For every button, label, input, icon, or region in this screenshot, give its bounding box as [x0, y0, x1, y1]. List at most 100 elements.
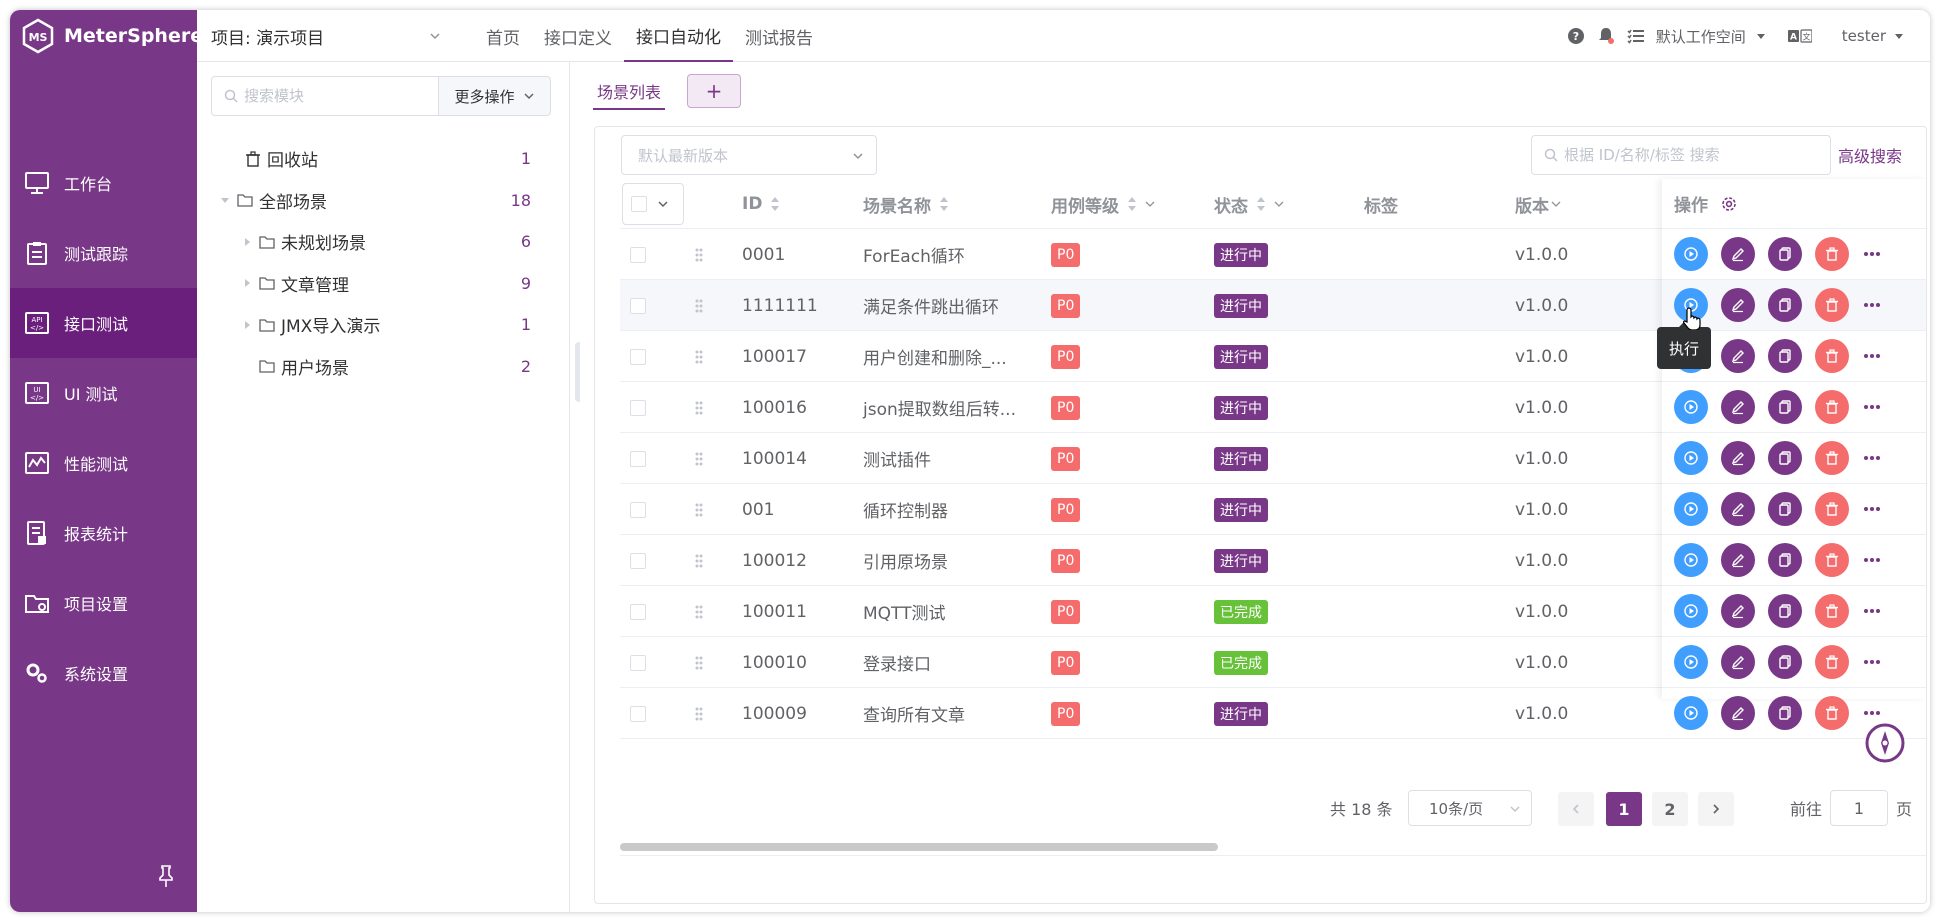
more-actions-button[interactable] — [1862, 244, 1882, 264]
cell-scenario-name[interactable]: 循环控制器 — [863, 484, 948, 535]
filter-chevron-icon[interactable] — [1145, 199, 1155, 209]
tree-node-user-scenarios[interactable]: 用户场景 2 — [197, 346, 569, 388]
filter-chevron-icon[interactable] — [1551, 199, 1561, 209]
pin-icon[interactable] — [156, 864, 176, 888]
cell-scenario-name[interactable]: json提取数组后转... — [863, 382, 1016, 433]
delete-button[interactable] — [1815, 441, 1849, 475]
more-actions-button[interactable] — [1862, 550, 1882, 570]
column-version[interactable]: 版本 — [1515, 179, 1561, 229]
more-actions-button[interactable] — [1862, 652, 1882, 672]
nav-api-automation[interactable]: 接口自动化 — [624, 10, 733, 62]
sort-icon[interactable] — [939, 196, 949, 212]
row-checkbox[interactable] — [630, 501, 646, 518]
cell-scenario-name[interactable]: 用户创建和删除_... — [863, 331, 1007, 382]
delete-button[interactable] — [1815, 645, 1849, 679]
more-actions-button[interactable] — [1862, 448, 1882, 468]
select-all-dropdown[interactable] — [622, 183, 684, 225]
bell-icon[interactable] — [1596, 26, 1616, 46]
copy-button[interactable] — [1768, 441, 1802, 475]
drag-handle[interactable] — [694, 280, 704, 331]
column-case-level[interactable]: 用例等级 — [1051, 179, 1155, 229]
drag-handle[interactable] — [694, 229, 704, 280]
project-select[interactable]: 项目: 演示项目 — [211, 10, 451, 62]
edit-button[interactable] — [1721, 390, 1755, 424]
column-id[interactable]: ID — [742, 179, 780, 229]
caret-down-icon[interactable] — [219, 194, 231, 206]
run-button[interactable] — [1674, 390, 1708, 424]
caret-right-icon[interactable] — [241, 319, 253, 331]
more-actions-button[interactable] — [1862, 397, 1882, 417]
row-checkbox[interactable] — [630, 348, 646, 365]
language-icon[interactable]: A文 — [1787, 28, 1812, 44]
cell-scenario-name[interactable]: 测试插件 — [863, 433, 931, 484]
help-icon[interactable]: ? — [1566, 26, 1586, 46]
delete-button[interactable] — [1815, 594, 1849, 628]
horizontal-scrollbar[interactable] — [620, 841, 1926, 851]
delete-button[interactable] — [1815, 237, 1849, 271]
scenario-search-input[interactable] — [1564, 146, 1814, 164]
copy-button[interactable] — [1768, 543, 1802, 577]
sort-icon[interactable] — [1256, 196, 1266, 212]
run-button[interactable] — [1674, 492, 1708, 526]
copy-button[interactable] — [1768, 594, 1802, 628]
row-checkbox[interactable] — [630, 399, 646, 416]
drag-handle[interactable] — [694, 331, 704, 382]
run-button[interactable] — [1674, 645, 1708, 679]
page-size-select[interactable]: 10条/页 — [1408, 790, 1532, 826]
cell-scenario-name[interactable]: 满足条件跳出循环 — [863, 280, 999, 331]
row-checkbox[interactable] — [630, 297, 646, 314]
delete-button[interactable] — [1815, 288, 1849, 322]
nav-home[interactable]: 首页 — [474, 10, 532, 62]
column-status[interactable]: 状态 — [1214, 179, 1284, 229]
delete-button[interactable] — [1815, 390, 1849, 424]
row-checkbox[interactable] — [630, 654, 646, 671]
sidebar-item-test-track[interactable]: 测试跟踪 — [10, 218, 197, 288]
sidebar-item-project-settings[interactable]: 项目设置 — [10, 568, 197, 638]
edit-button[interactable] — [1721, 594, 1755, 628]
edit-button[interactable] — [1721, 441, 1755, 475]
scrollbar-thumb[interactable] — [620, 843, 1218, 851]
run-button[interactable] — [1674, 543, 1708, 577]
copy-button[interactable] — [1768, 645, 1802, 679]
drag-handle[interactable] — [694, 382, 704, 433]
caret-right-icon[interactable] — [241, 277, 253, 289]
sidebar-item-api-test[interactable]: API </> 接口测试 — [10, 288, 197, 358]
run-button[interactable] — [1674, 441, 1708, 475]
edit-button[interactable] — [1721, 288, 1755, 322]
edit-button[interactable] — [1721, 339, 1755, 373]
copy-button[interactable] — [1768, 390, 1802, 424]
copy-button[interactable] — [1768, 492, 1802, 526]
edit-button[interactable] — [1721, 696, 1755, 730]
drag-handle[interactable] — [694, 688, 704, 739]
next-page-button[interactable] — [1698, 792, 1734, 826]
row-checkbox[interactable] — [630, 552, 646, 569]
page-button-1[interactable]: 1 — [1606, 792, 1642, 826]
run-button[interactable] — [1674, 696, 1708, 730]
row-checkbox[interactable] — [630, 246, 646, 263]
copy-button[interactable] — [1768, 339, 1802, 373]
tree-node-unplanned[interactable]: 未规划场景 6 — [197, 221, 569, 263]
sidebar-item-workbench[interactable]: 工作台 — [10, 148, 197, 218]
edit-button[interactable] — [1721, 645, 1755, 679]
more-actions-button[interactable] — [1862, 295, 1882, 315]
nav-api-definition[interactable]: 接口定义 — [532, 10, 624, 62]
row-checkbox[interactable] — [630, 705, 646, 722]
row-checkbox[interactable] — [630, 450, 646, 467]
settings-gear-icon[interactable] — [1720, 195, 1738, 213]
workspace-select[interactable]: 默认工作空间 — [1656, 26, 1746, 47]
sidebar-item-ui-test[interactable]: UI </> UI 测试 — [10, 358, 197, 428]
drag-handle[interactable] — [694, 535, 704, 586]
sidebar-item-report[interactable]: 报表统计 — [10, 498, 197, 568]
edit-button[interactable] — [1721, 492, 1755, 526]
sort-icon[interactable] — [1127, 196, 1137, 212]
cell-scenario-name[interactable]: 引用原场景 — [863, 535, 948, 586]
tab-scenario-list[interactable]: 场景列表 — [593, 74, 666, 110]
tree-node-jmx-import[interactable]: JMX导入演示 1 — [197, 304, 569, 346]
more-actions-button[interactable] — [1862, 499, 1882, 519]
logo[interactable]: MS MeterSphere — [20, 16, 203, 56]
advanced-search-link[interactable]: 高级搜索 — [1838, 135, 1902, 175]
delete-button[interactable] — [1815, 492, 1849, 526]
filter-chevron-icon[interactable] — [1274, 199, 1284, 209]
drag-handle[interactable] — [694, 637, 704, 688]
add-tab-button[interactable]: + — [687, 74, 742, 108]
